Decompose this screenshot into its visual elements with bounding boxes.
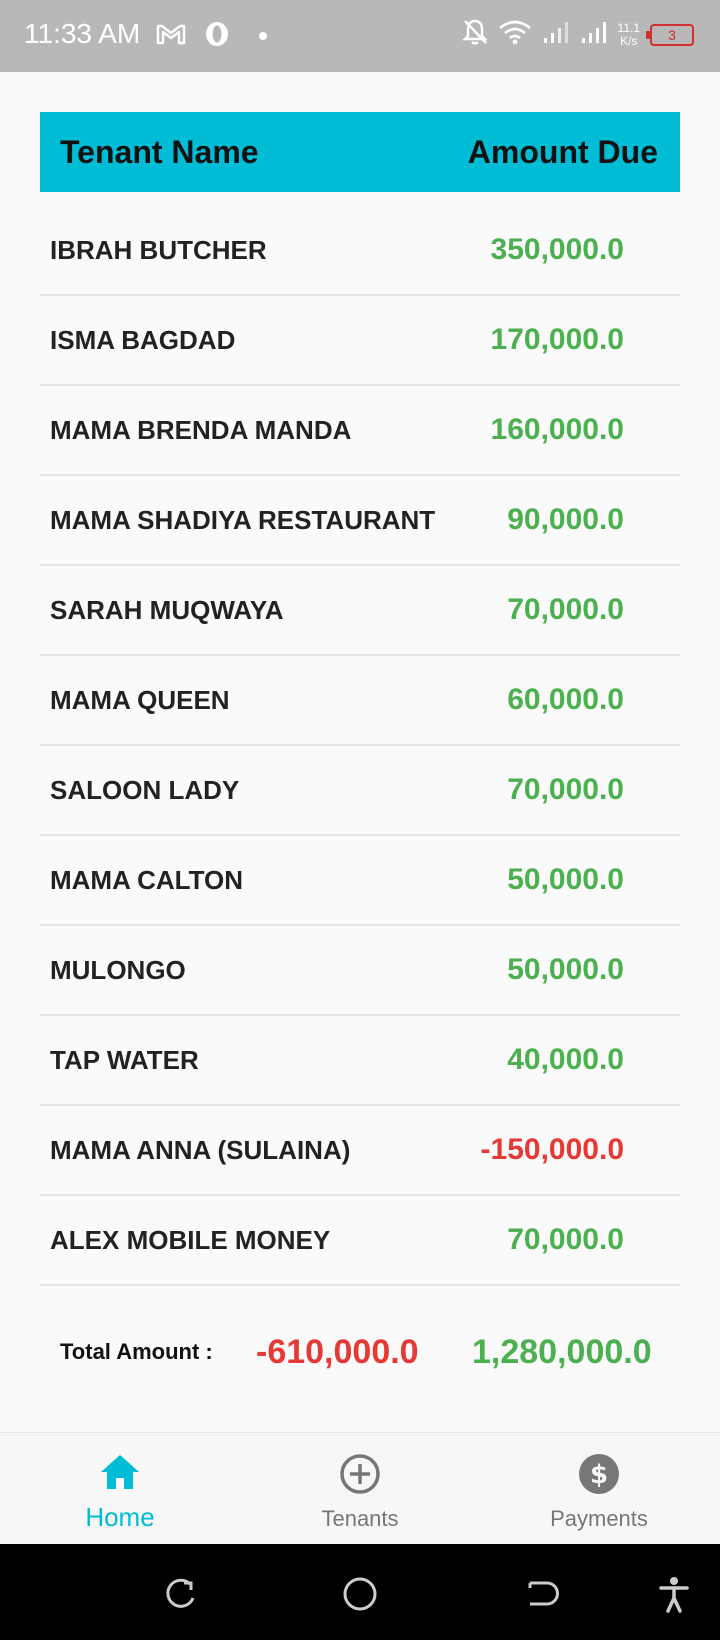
- status-time: 11:33 AM: [24, 18, 141, 49]
- amount-due: 50,000.0: [507, 953, 624, 986]
- recents-icon[interactable]: [160, 1574, 200, 1614]
- table-row[interactable]: MAMA CALTON 50,000.0: [40, 836, 680, 926]
- amount-due: 70,000.0: [507, 773, 624, 806]
- header-amount-due: Amount Due: [467, 133, 658, 170]
- svg-text:$: $: [590, 1460, 608, 1490]
- speed-value: 11.1: [617, 20, 640, 35]
- tenant-name: SARAH MUQWAYA: [50, 594, 284, 625]
- bell-off-icon: [461, 18, 488, 51]
- bottom-nav: Home Tenants $ Payments: [0, 1432, 720, 1544]
- accessibility-icon[interactable]: [654, 1574, 694, 1614]
- nav-home-label: Home: [85, 1502, 155, 1532]
- tenant-name: MAMA SHADIYA RESTAURANT: [50, 504, 436, 535]
- amount-due: 350,000.0: [490, 233, 624, 266]
- header-tenant-name: Tenant Name: [60, 133, 259, 170]
- amount-due: 170,000.0: [490, 323, 624, 356]
- tenant-name: ALEX MOBILE MONEY: [50, 1224, 331, 1255]
- tenant-name: IBRAH BUTCHER: [50, 234, 267, 265]
- gmail-icon: [156, 22, 186, 51]
- amount-due: 90,000.0: [507, 503, 624, 536]
- tenant-name: ISMA BAGDAD: [50, 324, 236, 355]
- amount-due: 50,000.0: [507, 863, 624, 896]
- opera-icon: [204, 20, 230, 53]
- tenant-name: SALOON LADY: [50, 774, 240, 805]
- table-row[interactable]: ALEX MOBILE MONEY 70,000.0: [40, 1196, 680, 1286]
- status-right-icons: 11.1 K/s 3: [461, 18, 694, 51]
- tenant-name: MAMA QUEEN: [50, 684, 230, 715]
- table-row[interactable]: MAMA BRENDA MANDA 160,000.0: [40, 386, 680, 476]
- signal-icon: [542, 20, 570, 49]
- home-icon: [99, 1453, 141, 1496]
- table-row[interactable]: SALOON LADY 70,000.0: [40, 746, 680, 836]
- tenant-name: MULONGO: [50, 954, 186, 985]
- nav-home[interactable]: Home: [20, 1433, 220, 1545]
- table-row[interactable]: SARAH MUQWAYA 70,000.0: [40, 566, 680, 656]
- tenant-name: MAMA BRENDA MANDA: [50, 414, 352, 445]
- nav-payments[interactable]: $ Payments: [499, 1433, 699, 1545]
- dot-icon: [258, 28, 268, 46]
- table-row[interactable]: MULONGO 50,000.0: [40, 926, 680, 1016]
- dollar-circle-icon: $: [578, 1453, 620, 1500]
- table-header: Tenant Name Amount Due: [40, 112, 680, 192]
- tenant-name: TAP WATER: [50, 1044, 199, 1075]
- nav-tenants[interactable]: Tenants: [260, 1433, 460, 1545]
- battery-icon: 3: [646, 23, 694, 46]
- total-positive: 1,280,000.0: [472, 1332, 652, 1371]
- tenant-name: MAMA ANNA (SULAINA): [50, 1134, 351, 1165]
- table-row[interactable]: TAP WATER 40,000.0: [40, 1016, 680, 1106]
- home-system-icon[interactable]: [340, 1574, 380, 1614]
- system-nav-bar: [0, 1544, 720, 1640]
- status-bar: 11:33 AM 11.1 K/s 3: [0, 0, 720, 72]
- total-row: Total Amount : -610,000.0 1,280,000.0: [60, 1320, 680, 1384]
- amount-due: -150,000.0: [480, 1133, 624, 1166]
- amount-due: 160,000.0: [490, 413, 624, 446]
- speed-unit: K/s: [620, 33, 638, 48]
- add-circle-icon: [339, 1453, 381, 1500]
- nav-tenants-label: Tenants: [321, 1506, 399, 1531]
- nav-payments-label: Payments: [550, 1506, 648, 1531]
- signal-icon: [580, 20, 608, 49]
- table-rows: IBRAH BUTCHER 350,000.0 ISMA BAGDAD 170,…: [40, 206, 680, 1286]
- total-negative: -610,000.0: [256, 1332, 419, 1371]
- wifi-icon: [498, 19, 532, 50]
- amount-due: 70,000.0: [507, 1223, 624, 1256]
- table-row[interactable]: MAMA QUEEN 60,000.0: [40, 656, 680, 746]
- network-speed: 11.1 K/s: [617, 20, 640, 48]
- amount-due: 60,000.0: [507, 683, 624, 716]
- amount-due: 40,000.0: [507, 1043, 624, 1076]
- total-label: Total Amount :: [60, 1339, 213, 1364]
- back-icon[interactable]: [520, 1574, 560, 1614]
- table-row[interactable]: MAMA ANNA (SULAINA) -150,000.0: [40, 1106, 680, 1196]
- table-row[interactable]: MAMA SHADIYA RESTAURANT 90,000.0: [40, 476, 680, 566]
- tenant-name: MAMA CALTON: [50, 864, 244, 895]
- amount-due: 70,000.0: [507, 593, 624, 626]
- table-row[interactable]: ISMA BAGDAD 170,000.0: [40, 296, 680, 386]
- status-left-icons: [156, 20, 268, 53]
- table-row[interactable]: IBRAH BUTCHER 350,000.0: [40, 206, 680, 296]
- tenant-table: Tenant Name Amount Due IBRAH BUTCHER 350…: [40, 112, 680, 1286]
